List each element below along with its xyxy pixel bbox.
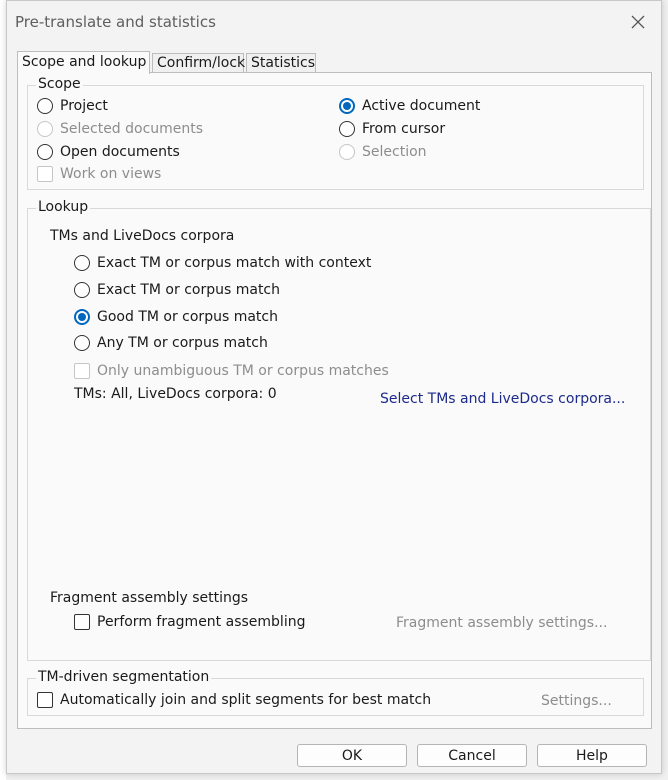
scope-open-documents-option[interactable]: Open documents bbox=[37, 144, 180, 160]
title-bar: Pre-translate and statistics bbox=[7, 1, 661, 43]
option-label: Open documents bbox=[60, 144, 180, 160]
option-label: Active document bbox=[362, 98, 481, 114]
radio-button[interactable] bbox=[37, 144, 53, 160]
only-unambiguous-option: Only unambiguous TM or corpus matches bbox=[74, 363, 389, 379]
scope-group: Scope Project Selected documents Open do… bbox=[27, 76, 644, 190]
lookup-group: Lookup TMs and LiveDocs corpora Exact TM… bbox=[27, 199, 651, 661]
close-icon bbox=[631, 15, 645, 29]
radio-button bbox=[37, 121, 53, 137]
perform-fragment-option[interactable]: Perform fragment assembling bbox=[74, 614, 305, 630]
tms-summary: TMs: All, LiveDocs corpora: 0 bbox=[74, 386, 277, 402]
option-label: Exact TM or corpus match with context bbox=[97, 255, 372, 271]
radio-button-selected[interactable] bbox=[339, 98, 355, 114]
tm-corpora-heading: TMs and LiveDocs corpora bbox=[50, 228, 235, 244]
radio-button[interactable] bbox=[74, 255, 90, 271]
help-button[interactable]: Help bbox=[537, 744, 647, 767]
dialog-title: Pre-translate and statistics bbox=[15, 13, 216, 31]
lookup-good-option[interactable]: Good TM or corpus match bbox=[74, 309, 278, 325]
checkbox bbox=[74, 363, 90, 379]
checkbox[interactable] bbox=[74, 614, 90, 630]
checkbox bbox=[37, 166, 53, 182]
scope-from-cursor-option[interactable]: From cursor bbox=[339, 121, 445, 137]
tab-scope-and-lookup[interactable]: Scope and lookup bbox=[17, 51, 150, 74]
work-on-views-option: Work on views bbox=[37, 166, 161, 182]
radio-button[interactable] bbox=[74, 335, 90, 351]
scope-active-document-option[interactable]: Active document bbox=[339, 98, 480, 114]
lookup-any-option[interactable]: Any TM or corpus match bbox=[74, 335, 268, 351]
lookup-exact-context-option[interactable]: Exact TM or corpus match with context bbox=[74, 255, 371, 271]
scope-selection-option: Selection bbox=[339, 144, 427, 160]
scope-group-label: Scope bbox=[36, 76, 83, 92]
option-label: Automatically join and split segments fo… bbox=[60, 692, 432, 708]
pretranslate-dialog: Pre-translate and statistics Scope and l… bbox=[6, 0, 662, 774]
option-label: Only unambiguous TM or corpus matches bbox=[97, 363, 389, 379]
option-label: Project bbox=[60, 98, 108, 114]
checkbox[interactable] bbox=[37, 692, 53, 708]
option-label: Good TM or corpus match bbox=[97, 309, 278, 325]
radio-button bbox=[339, 144, 355, 160]
lookup-exact-option[interactable]: Exact TM or corpus match bbox=[74, 282, 280, 298]
scope-selected-documents-option: Selected documents bbox=[37, 121, 203, 137]
radio-button[interactable] bbox=[74, 282, 90, 298]
fragment-assembly-heading: Fragment assembly settings bbox=[50, 590, 249, 606]
radio-button-selected[interactable] bbox=[74, 309, 90, 325]
option-label: Any TM or corpus match bbox=[97, 335, 268, 351]
scope-project-option[interactable]: Project bbox=[37, 98, 108, 114]
option-label: Perform fragment assembling bbox=[97, 614, 306, 630]
lookup-group-label: Lookup bbox=[36, 199, 91, 215]
tab-panel-scope-and-lookup: Scope Project Selected documents Open do… bbox=[17, 72, 652, 729]
tab-confirm-lock[interactable]: Confirm/lock bbox=[152, 53, 245, 73]
option-label: From cursor bbox=[362, 121, 446, 137]
segmentation-group-label: TM-driven segmentation bbox=[36, 669, 212, 685]
option-label: Work on views bbox=[60, 166, 162, 182]
segmentation-settings-link: Settings... bbox=[541, 693, 612, 709]
ok-button[interactable]: OK bbox=[297, 744, 407, 767]
radio-button[interactable] bbox=[37, 98, 53, 114]
fragment-assembly-settings-link: Fragment assembly settings... bbox=[396, 615, 608, 631]
cancel-button[interactable]: Cancel bbox=[417, 744, 527, 767]
radio-button[interactable] bbox=[339, 121, 355, 137]
close-button[interactable] bbox=[623, 9, 653, 35]
tab-statistics[interactable]: Statistics bbox=[246, 53, 316, 73]
option-label: Exact TM or corpus match bbox=[97, 282, 280, 298]
select-tms-link[interactable]: Select TMs and LiveDocs corpora... bbox=[380, 391, 625, 407]
option-label: Selection bbox=[362, 144, 427, 160]
option-label: Selected documents bbox=[60, 121, 204, 137]
auto-join-split-option[interactable]: Automatically join and split segments fo… bbox=[37, 692, 431, 708]
segmentation-group: TM-driven segmentation Automatically joi… bbox=[27, 669, 644, 716]
